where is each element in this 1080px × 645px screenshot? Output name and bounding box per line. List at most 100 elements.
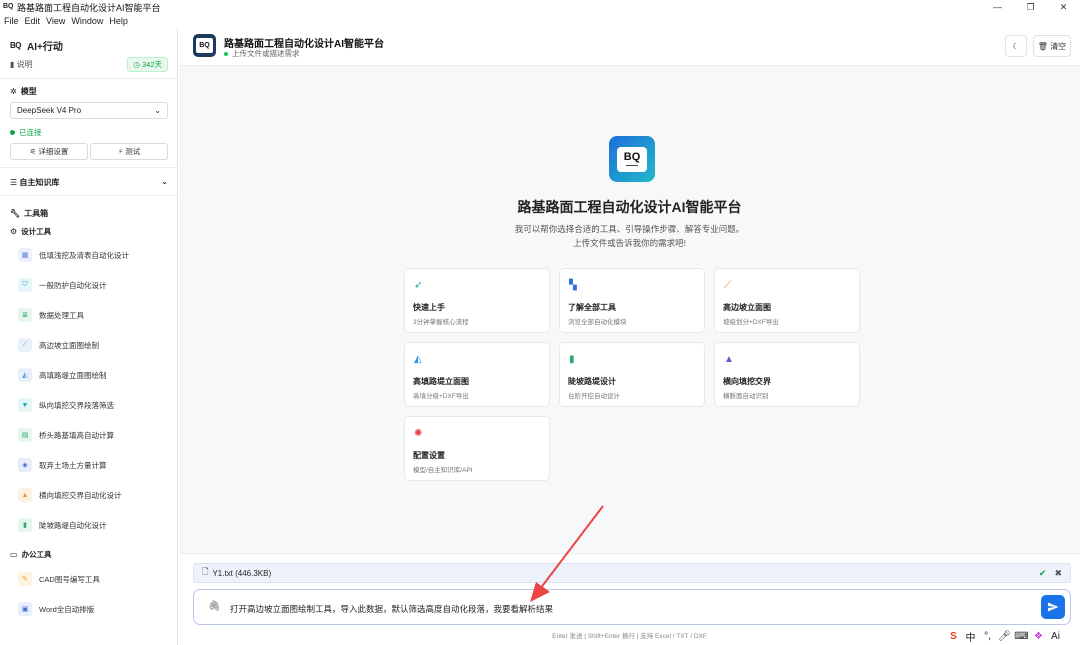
table-icon: ▦	[18, 248, 32, 262]
menu-bar: File Edit View Window Help	[0, 14, 1080, 28]
menu-edit[interactable]: Edit	[25, 16, 41, 26]
tool-item-label: 取弃土场土方量计算	[39, 460, 107, 470]
sogou-icon[interactable]: S	[945, 631, 962, 642]
remove-file-icon[interactable]: ✖	[1054, 568, 1062, 579]
book-icon: ▮	[10, 60, 15, 69]
model-select-value: DeepSeek V4 Pro	[17, 106, 82, 115]
tool-item[interactable]: ≣ 数据处理工具	[18, 304, 168, 326]
days-badge-text: 342天	[141, 60, 162, 69]
message-input-box[interactable]: 🖇︎ 打开高边坡立面图绘制工具，导入此数据，默认筛选高度自动化段落，我要看解析结…	[193, 589, 1071, 625]
tool-item[interactable]: ▼ 纵向填挖交界段落筛选	[18, 394, 168, 416]
ai-label[interactable]: Ai	[1047, 631, 1064, 642]
send-icon	[1048, 602, 1059, 612]
chart-line-icon: ⟋	[724, 280, 731, 291]
info-label: 说明	[16, 60, 33, 69]
file-icon: 🗋︎	[202, 567, 209, 576]
microphone-icon[interactable]: 🎤︎	[996, 631, 1013, 642]
quick-card[interactable]: ▮ 陡坡路堤设计 台阶开挖自动设计	[559, 342, 705, 407]
trash-icon: 🗑︎	[1037, 41, 1048, 51]
tool-item[interactable]: ▲ 横向填挖交界自动化设计	[18, 484, 168, 506]
header-logo-text: BQ	[196, 38, 213, 53]
shield-icon: ⛉	[18, 278, 32, 292]
signal-icon: ▮	[18, 518, 32, 532]
clear-button[interactable]: 🗑︎ 清空	[1033, 35, 1071, 57]
punctuation-icon[interactable]: °,	[979, 631, 996, 642]
quick-card-title: 配置设置	[413, 451, 445, 460]
tool-item-label: 陡坡路堤自动化设计	[39, 520, 107, 530]
cube-icon: ◈	[18, 458, 32, 472]
tool-item-label: 桥头路基填高自动计算	[39, 430, 114, 440]
welcome-line-2: 上传文件或告诉我你的需求吧!	[573, 238, 686, 248]
mountain-icon: ▲	[724, 354, 734, 365]
theme-toggle-button[interactable]: ☾	[1005, 35, 1027, 57]
quick-card-subtitle: 浏览全部自动化模块	[568, 319, 627, 326]
tool-item-label: 高边坡立面图绘制	[39, 340, 99, 350]
quick-card-subtitle: 横断面自动识别	[723, 393, 769, 400]
tool-item-label: 横向填挖交界自动化设计	[39, 490, 122, 500]
ime-mode[interactable]: 中	[962, 629, 979, 644]
tool-item-label: 低填浅挖及清表自动化设计	[39, 250, 129, 260]
close-icon[interactable]: ✕	[1047, 0, 1080, 14]
rocket-icon: ➶	[414, 280, 423, 291]
maximize-icon[interactable]: ❐	[1014, 0, 1047, 14]
database-icon: ≣	[18, 308, 32, 322]
tool-item[interactable]: ⛉ 一般防护自动化设计	[18, 274, 168, 296]
send-button[interactable]	[1041, 595, 1065, 619]
design-tools-title: ⚙ 设计工具	[10, 226, 51, 237]
office-tools-title: ▭ 办公工具	[10, 549, 52, 560]
check-icon[interactable]: ✔	[1039, 568, 1047, 579]
tool-item[interactable]: ◭ 高填路堤立面图绘制	[18, 364, 168, 386]
test-label: 测试	[125, 147, 141, 156]
detail-settings-button[interactable]: ⚟ 详细设置	[10, 143, 88, 160]
tool-item[interactable]: ⟋ 高边坡立面图绘制	[18, 334, 168, 356]
office-tool-item[interactable]: ▣ Word全自动排版	[18, 598, 168, 620]
menu-file[interactable]: File	[4, 16, 19, 26]
attach-icon[interactable]: 🖇︎	[208, 601, 221, 612]
message-input[interactable]: 打开高边坡立面图绘制工具，导入此数据，默认筛选高度自动化段落，我要看解析结果	[230, 603, 553, 615]
menu-window[interactable]: Window	[71, 16, 103, 26]
brand: BQ AI+行动	[10, 38, 63, 53]
grid-icon: ▚	[569, 280, 577, 291]
area-chart-icon: ◭	[414, 354, 422, 365]
menu-help[interactable]: Help	[109, 16, 128, 26]
word-icon: ▣	[18, 602, 32, 616]
logo-caption: ▬▬▬▬	[626, 162, 638, 167]
quick-card[interactable]: ⟋ 高边坡立面图 坡级划分+DXF导出	[714, 268, 860, 333]
divider	[0, 195, 178, 196]
quick-card-subtitle: 台阶开挖自动设计	[568, 393, 620, 400]
detail-settings-label: 详细设置	[38, 147, 69, 156]
tool-item[interactable]: ◈ 取弃土场土方量计算	[18, 454, 168, 476]
welcome-area: BQ ▬▬▬▬ 路基路面工程自动化设计AI智能平台 我可以帮你选择合适的工具、引导…	[179, 66, 1080, 553]
menu-view[interactable]: View	[46, 16, 65, 26]
quick-card[interactable]: ▚ 了解全部工具 浏览全部自动化模块	[559, 268, 705, 333]
info-link[interactable]: ▮ 说明	[10, 59, 33, 70]
quick-card[interactable]: ✺ 配置设置 模型/自主知识库/API	[404, 416, 550, 481]
main-header: BQ 路基路面工程自动化设计AI智能平台 上传文件或描述需求 ☾ 🗑︎ 清空	[179, 28, 1080, 66]
filter-icon: ▼	[18, 398, 32, 412]
app-logo-icon: BQ	[3, 3, 14, 10]
model-section-label: 模型	[20, 87, 37, 96]
status-dot	[10, 130, 15, 135]
tool-item[interactable]: ▤ 桥头路基填高自动计算	[18, 424, 168, 446]
quick-card[interactable]: ➶ 快速上手 3分钟掌握核心流程	[404, 268, 550, 333]
attached-file-name: Y1.txt (446.3KB)	[212, 568, 272, 578]
skin-icon[interactable]: ❖	[1030, 631, 1047, 642]
brand-logo-icon: BQ	[10, 41, 22, 50]
header-subtitle: 上传文件或描述需求	[224, 48, 300, 59]
tool-item[interactable]: ▮ 陡坡路堤自动化设计	[18, 514, 168, 536]
tool-item[interactable]: ▦ 低填浅挖及清表自动化设计	[18, 244, 168, 266]
quick-card[interactable]: ▲ 横向填挖交界 横断面自动识别	[714, 342, 860, 407]
sliders-icon: ⚟	[29, 147, 37, 156]
minimize-icon[interactable]: —	[981, 0, 1014, 14]
test-button[interactable]: ⚡ 测试	[90, 143, 168, 160]
wrench-icon: 🔧︎	[10, 209, 21, 218]
keyboard-icon[interactable]: ⌨	[1013, 631, 1030, 642]
quick-card[interactable]: ◭ 高填路堤立面图 高填分级+DXF导出	[404, 342, 550, 407]
model-select[interactable]: DeepSeek V4 Pro ⌄	[10, 102, 168, 119]
mountain-icon: ▲	[18, 488, 32, 502]
days-badge: ◷ 342天	[127, 57, 168, 72]
office-tool-item[interactable]: ✎ CAD图号编写工具	[18, 568, 168, 590]
header-logo: BQ	[193, 34, 216, 57]
attached-file: 🗋︎ Y1.txt (446.3KB) ✔ ✖	[193, 563, 1071, 583]
knowledge-base-toggle[interactable]: ☰ 自主知识库 ⌄	[10, 177, 168, 188]
